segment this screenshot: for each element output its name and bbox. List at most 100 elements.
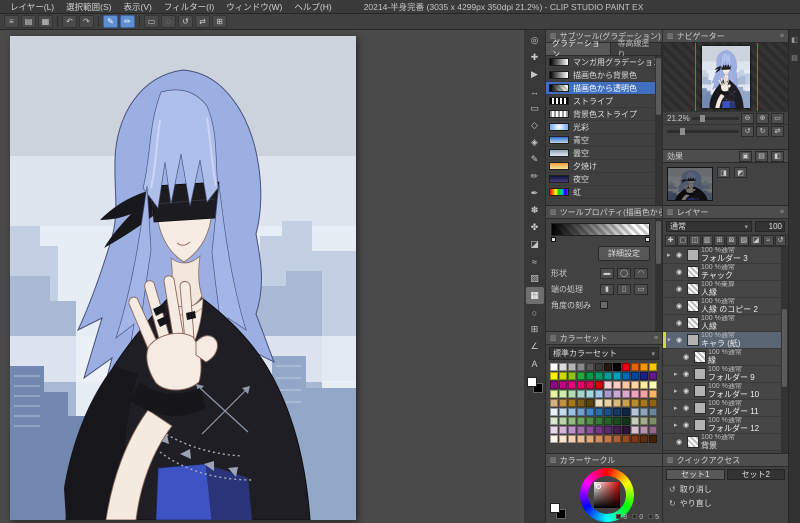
- color-swatch[interactable]: [631, 417, 639, 425]
- color-swatch[interactable]: [640, 408, 648, 416]
- color-swatch[interactable]: [649, 390, 657, 398]
- brush-tool[interactable]: ✒: [526, 185, 544, 202]
- menu-item[interactable]: フィルター(I): [158, 0, 220, 13]
- color-swatch[interactable]: [640, 363, 648, 371]
- sv-cursor[interactable]: [596, 484, 601, 489]
- layer-row[interactable]: ▸ ◉ 100 %通常 フォルダー 12: [663, 417, 781, 434]
- panel-menu-icon[interactable]: ≡: [654, 335, 658, 342]
- color-swatch[interactable]: [586, 381, 594, 389]
- foreground-color-chip[interactable]: [550, 503, 560, 513]
- layer-tool-icon[interactable]: ▧: [738, 234, 750, 246]
- color-swatch[interactable]: [577, 372, 585, 380]
- color-swatch[interactable]: [550, 408, 558, 416]
- color-swatch[interactable]: [613, 417, 621, 425]
- color-swatch[interactable]: [577, 381, 585, 389]
- color-swatch[interactable]: [595, 417, 603, 425]
- zoom-out-icon[interactable]: ⊖: [741, 112, 754, 124]
- color-swatch[interactable]: [649, 435, 657, 443]
- navigator-thumbnail[interactable]: [702, 46, 750, 108]
- subtool-item[interactable]: 曇空: [546, 147, 655, 160]
- eye-icon[interactable]: ◉: [676, 302, 685, 310]
- color-swatch[interactable]: [586, 372, 594, 380]
- eye-icon[interactable]: ◉: [676, 319, 685, 327]
- eye-icon[interactable]: ◉: [683, 353, 692, 361]
- color-swatch[interactable]: [577, 426, 585, 434]
- color-swatch[interactable]: [568, 426, 576, 434]
- layer-row[interactable]: ◉ 100 %通常 人縁 のコピー 2: [663, 298, 781, 315]
- color-swatch[interactable]: [559, 390, 567, 398]
- eraser-tool[interactable]: ◪: [526, 236, 544, 253]
- color-swatch[interactable]: [586, 363, 594, 371]
- color-swatch[interactable]: [559, 399, 567, 407]
- layer-row[interactable]: ◉ 100 %通常 背景: [663, 434, 781, 451]
- color-swatch[interactable]: [613, 363, 621, 371]
- color-swatch[interactable]: [559, 417, 567, 425]
- option-icon[interactable]: ▯: [617, 283, 631, 295]
- color-swatch[interactable]: [568, 408, 576, 416]
- color-swatch[interactable]: [631, 390, 639, 398]
- menu-item[interactable]: ウィンドウ(W): [220, 0, 288, 13]
- dock-panel-icon[interactable]: ▤: [791, 54, 798, 62]
- color-swatch[interactable]: [622, 363, 630, 371]
- color-swatch[interactable]: [550, 435, 558, 443]
- navigator-preview[interactable]: [663, 43, 788, 111]
- blend-mode-select[interactable]: 通常 ▾: [666, 221, 752, 232]
- layer-tool-icon[interactable]: ⊠: [726, 234, 738, 246]
- pen-tool[interactable]: ✎: [526, 151, 544, 168]
- color-swatch[interactable]: [631, 408, 639, 416]
- color-swatch[interactable]: [613, 390, 621, 398]
- subtool-item[interactable]: マンガ用グラデーション: [546, 56, 655, 69]
- color-swatch[interactable]: [568, 435, 576, 443]
- color-swatch[interactable]: [586, 417, 594, 425]
- color-swatch[interactable]: [622, 390, 630, 398]
- preview-icon[interactable]: ◩: [734, 167, 747, 178]
- color-swatch[interactable]: [649, 363, 657, 371]
- color-swatch[interactable]: [577, 390, 585, 398]
- color-swatch[interactable]: [640, 426, 648, 434]
- color-swatch[interactable]: [577, 363, 585, 371]
- rotate-view-button[interactable]: ↺: [178, 15, 193, 28]
- layer-row[interactable]: ◉ 100 %通常縁: [663, 349, 781, 366]
- tone-effect-icon[interactable]: ▤: [755, 150, 768, 162]
- subtool-item[interactable]: 青空: [546, 134, 655, 147]
- color-swatch[interactable]: [568, 372, 576, 380]
- color-set-header[interactable]: ▥ カラーセット ≡: [546, 332, 662, 345]
- rotate-right-icon[interactable]: ↻: [756, 125, 769, 137]
- color-swatch[interactable]: [640, 399, 648, 407]
- color-swatch[interactable]: [586, 390, 594, 398]
- quick-access-tab-set1[interactable]: セット1: [666, 469, 725, 480]
- color-swatch[interactable]: [595, 363, 603, 371]
- fill-tool[interactable]: ▧: [526, 270, 544, 287]
- color-swatch[interactable]: [595, 381, 603, 389]
- layer-move-tool[interactable]: ↔: [526, 83, 544, 100]
- color-swatch[interactable]: [595, 399, 603, 407]
- layer-scrollbar[interactable]: [781, 247, 788, 453]
- pencil-tool[interactable]: ✏: [526, 168, 544, 185]
- option-icon[interactable]: ▭: [634, 283, 648, 295]
- select-button[interactable]: ▭: [144, 15, 159, 28]
- menu-item[interactable]: レイヤー(L): [4, 0, 60, 13]
- navigator-header[interactable]: ▥ ナビゲーター ≡: [663, 30, 788, 43]
- color-swatch[interactable]: [613, 426, 621, 434]
- blend-tool[interactable]: ≈: [526, 253, 544, 270]
- layer-tool-icon[interactable]: ≈: [762, 234, 774, 246]
- zoom-in-icon[interactable]: ⊕: [756, 112, 769, 124]
- eye-icon[interactable]: ◉: [676, 438, 685, 446]
- eye-icon[interactable]: ◉: [676, 336, 685, 344]
- layer-row[interactable]: ◉ 100 %乗算 人縁: [663, 281, 781, 298]
- color-swatch[interactable]: [550, 417, 558, 425]
- folder-arrow-icon[interactable]: ▸: [674, 370, 681, 378]
- color-swatch[interactable]: [586, 435, 594, 443]
- layer-tool-icon[interactable]: ◪: [750, 234, 762, 246]
- snap-ruler-toggle[interactable]: ✎: [103, 15, 118, 28]
- color-swatch[interactable]: [559, 426, 567, 434]
- eye-icon[interactable]: ◉: [683, 404, 692, 412]
- expression-color-icon[interactable]: ◨: [717, 167, 730, 178]
- tab-contour-fill[interactable]: 等高線塗り: [611, 39, 662, 59]
- new-canvas-button[interactable]: ▤: [21, 15, 36, 28]
- color-swatch[interactable]: [595, 435, 603, 443]
- eye-icon[interactable]: ◉: [676, 268, 685, 276]
- color-circle-header[interactable]: ▥ カラーサークル: [546, 454, 662, 467]
- layer-tool-icon[interactable]: ✚: [665, 234, 677, 246]
- decoration-tool[interactable]: ✤: [526, 219, 544, 236]
